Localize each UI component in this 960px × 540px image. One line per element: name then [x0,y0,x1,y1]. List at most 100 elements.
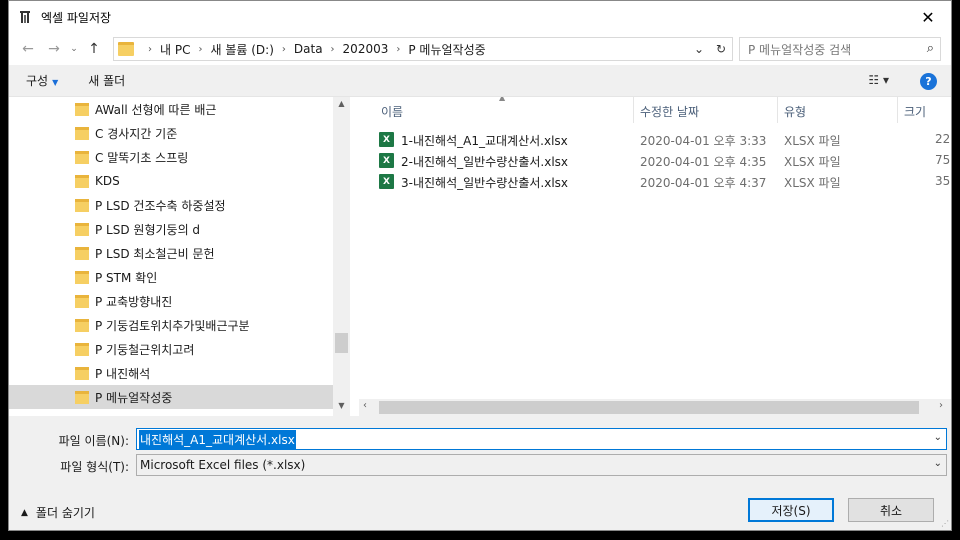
file-date: 2020-04-01 오후 4:35 [640,155,767,169]
filename-value: 내진해석_A1_교대계산서.xlsx [139,429,296,449]
folder-icon [75,102,89,116]
tree-item-label: AWall 선형에 따른 배근 [95,102,217,117]
chevron-down-icon[interactable]: ⌄ [688,42,710,56]
tree-item[interactable]: P 내진해석 [9,361,333,385]
column-divider[interactable] [633,97,634,123]
tree-item-label: C 경사지간 기준 [95,126,178,141]
file-date: 2020-04-01 오후 3:33 [640,134,767,148]
tree-item[interactable]: P 기둥철근위치고려 [9,337,333,361]
app-icon [17,9,33,25]
tree-item[interactable]: AWall 선형에 따른 배근 [9,97,333,121]
column-divider[interactable] [897,97,898,123]
cancel-button[interactable]: 취소 [848,498,934,522]
scroll-up-icon[interactable]: ▲ [333,99,350,108]
scroll-left-icon[interactable]: ‹ [363,400,367,411]
chevron-right-icon[interactable]: › [396,44,400,55]
recent-locations-icon[interactable]: ⌄ [67,37,81,61]
close-icon[interactable]: ✕ [905,1,951,33]
file-size: 75K [935,153,951,167]
tree-item[interactable]: P LSD 최소철근비 문헌 [9,241,333,265]
excel-file-icon: X [379,132,394,147]
save-dialog: 엑셀 파일저장 ✕ ← → ⌄ ↑ › 내 PC › 새 볼륨 (D:) › D… [8,0,952,531]
folder-icon [75,246,89,260]
column-type[interactable]: 유형 [784,103,806,120]
excel-file-icon: X [379,174,394,189]
folder-icon [75,270,89,284]
refresh-icon[interactable]: ↻ [710,42,732,56]
column-date[interactable]: 수정한 날짜 [640,103,699,120]
search-icon: ⌕ [926,41,934,56]
tree-item-label: P STM 확인 [95,270,158,285]
tree-item-label: P 내진해석 [95,366,151,381]
file-row[interactable]: X 2-내진해석_일반수량산출서.xlsx 2020-04-01 오후 4:35 XL… [359,150,951,171]
breadcrumb: › 내 PC › 새 볼륨 (D:) › Data › 202003 › P 메… [140,41,486,58]
tree-item[interactable]: P LSD 원형기둥의 d [9,217,333,241]
tree-item[interactable]: P LSD 건조수축 하중설정 [9,193,333,217]
file-row[interactable]: X 1-내진해석_A1_교대계산서.xlsx 2020-04-01 오후 3:33 X… [359,129,951,150]
address-bar[interactable]: › 내 PC › 새 볼륨 (D:) › Data › 202003 › P 메… [113,37,733,61]
chevron-down-icon[interactable]: ⌄ [934,432,942,443]
filetype-select[interactable]: Microsoft Excel files (*.xlsx) ⌄ [136,454,947,476]
new-folder-button[interactable]: 새 폴더 [88,72,125,89]
breadcrumb-item[interactable]: 새 볼륨 (D:) [210,41,273,58]
filetype-row: 파일 형식(T): Microsoft Excel files (*.xlsx)… [9,454,951,478]
view-options-icon[interactable]: ☷ ▾ [868,73,889,87]
folder-icon [75,150,89,164]
tree-item[interactable]: P 메뉴얼작성중 [9,385,333,409]
resize-grip-icon[interactable]: ⋰ [941,519,949,528]
file-name: 2-내진해석_일반수량산출서.xlsx [401,155,569,169]
forward-icon[interactable]: → [41,37,67,61]
help-icon[interactable]: ? [920,73,937,90]
breadcrumb-item[interactable]: P 메뉴얼작성중 [408,41,485,58]
file-row[interactable]: X 3-내진해석_일반수량산출서.xlsx 2020-04-01 오후 4:37 XL… [359,171,951,192]
scroll-down-icon[interactable]: ▼ [333,401,350,410]
tree-item[interactable]: C 경사지간 기준 [9,121,333,145]
file-list-hscrollbar[interactable]: ‹ › [359,399,951,416]
tree-item-label: P LSD 최소철근비 문헌 [95,246,215,261]
chevron-right-icon[interactable]: › [198,44,202,55]
chevron-right-icon[interactable]: › [282,44,286,55]
up-icon[interactable]: ↑ [81,37,107,61]
column-size[interactable]: 크기 [904,103,926,120]
folder-icon [75,342,89,356]
breadcrumb-item[interactable]: Data [294,42,323,56]
tree-item[interactable]: P 교축방향내진 [9,289,333,313]
file-name: 1-내진해석_A1_교대계산서.xlsx [401,134,568,148]
filename-input[interactable]: 내진해석_A1_교대계산서.xlsx ⌄ [136,428,947,450]
title-bar: 엑셀 파일저장 ✕ [9,1,951,33]
file-size: 221K [935,132,951,146]
tree-scrollbar[interactable]: ▲ ▼ [333,97,350,416]
chevron-right-icon: › [148,43,152,55]
filename-row: 파일 이름(N): 내진해석_A1_교대계산서.xlsx ⌄ [9,428,951,452]
filetype-value: Microsoft Excel files (*.xlsx) [140,458,306,472]
column-divider[interactable] [777,97,778,123]
organize-button[interactable]: 구성 ▼ [26,72,58,89]
hscroll-thumb[interactable] [379,401,919,414]
folder-icon [75,390,89,404]
breadcrumb-item[interactable]: 내 PC [160,41,190,58]
folder-icon [75,294,89,308]
folder-icon [75,198,89,212]
organize-label: 구성 [26,74,49,88]
sort-up-icon: ▲ [499,97,506,102]
browser-area: AWall 선형에 따른 배근 C 경사지간 기준 C 말뚝기초 스프링 KDS P L… [9,97,951,416]
file-type: XLSX 파일 [784,155,841,169]
column-name[interactable]: 이름 [381,103,403,120]
file-list: ▲ 이름 수정한 날짜 유형 크기 X 1-내진해석_A1_교대계산서.xlsx 2… [359,97,951,416]
tree-item[interactable]: P 기둥검토위치추가및배근구분 [9,313,333,337]
tree-item[interactable]: P STM 확인 [9,265,333,289]
tree-item[interactable]: C 말뚝기초 스프링 [9,145,333,169]
tree-item[interactable]: KDS [9,169,333,193]
back-icon[interactable]: ← [15,37,41,61]
search-input[interactable]: P 메뉴얼작성중 검색 ⌕ [739,37,941,61]
scroll-right-icon[interactable]: › [939,400,943,411]
scroll-thumb[interactable] [335,333,348,353]
hide-folders-button[interactable]: ▲ 폴더 숨기기 [21,504,95,521]
filename-label: 파일 이름(N): [58,434,129,448]
tree-item-label: P 교축방향내진 [95,294,173,309]
breadcrumb-item[interactable]: 202003 [343,42,389,56]
chevron-right-icon[interactable]: › [331,44,335,55]
chevron-down-icon[interactable]: ⌄ [934,458,942,469]
hide-folders-label: 폴더 숨기기 [35,506,95,520]
save-button[interactable]: 저장(S) [748,498,834,522]
